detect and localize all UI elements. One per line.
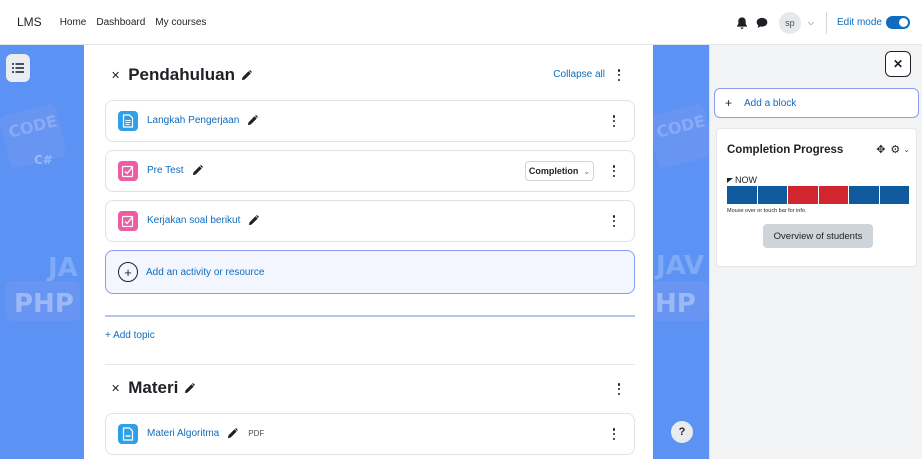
activity-name[interactable]: Pre Test [147, 165, 184, 176]
add-block-label: Add a block [744, 97, 797, 109]
navbar-right: sp ⌵ Edit mode [735, 0, 922, 45]
java-decoration: JA [48, 253, 78, 283]
pdf-file-icon [118, 424, 138, 444]
pencil-icon[interactable] [248, 215, 260, 226]
chevron-down-icon[interactable]: ✕ [111, 69, 120, 82]
file-type-tag: PDF [248, 429, 265, 438]
user-avatar[interactable]: sp [778, 11, 801, 34]
list-icon [12, 63, 24, 73]
section-menu-icon[interactable] [615, 383, 623, 395]
bell-icon[interactable] [735, 16, 749, 30]
activity-link[interactable]: Langkah Pengerjaan [147, 115, 259, 126]
section-divider [105, 315, 635, 317]
activity-item[interactable]: Langkah Pengerjaan [105, 100, 635, 142]
activity-item[interactable]: Materi Algoritma PDF [105, 413, 635, 455]
activity-link[interactable]: Pre Test [147, 165, 203, 176]
section-separator [105, 364, 635, 365]
collapse-all-link[interactable]: Collapse all [553, 69, 605, 80]
progress-segment[interactable] [727, 186, 758, 204]
section-header-materi: ✕ Materi [111, 378, 196, 398]
java-decoration-right: JAV [656, 251, 705, 281]
pencil-icon[interactable] [192, 165, 203, 176]
progress-segment[interactable] [818, 186, 849, 204]
pencil-icon[interactable] [227, 428, 239, 439]
activity-item[interactable]: Kerjakan soal berikut [105, 200, 635, 242]
nav-home[interactable]: Home [60, 17, 87, 28]
chevron-down-icon[interactable]: ⌄ [903, 145, 910, 154]
quiz-icon [118, 161, 138, 181]
block-title: Completion Progress [727, 144, 844, 156]
chevron-down-icon[interactable]: ✕ [111, 382, 120, 395]
course-index-toggle[interactable] [6, 54, 30, 82]
section-title[interactable]: Pendahuluan [128, 65, 235, 85]
nav-dashboard[interactable]: Dashboard [96, 17, 145, 28]
progress-bar[interactable] [727, 186, 909, 204]
block-controls: ✥ ⚙ ⌄ [876, 143, 910, 156]
add-block-button[interactable]: + Add a block [714, 88, 919, 118]
navbar-divider [825, 11, 827, 34]
flag-icon [727, 177, 733, 183]
csharp-decoration: C# [34, 153, 53, 167]
pencil-icon[interactable] [241, 69, 252, 81]
gear-icon[interactable]: ⚙ [890, 143, 900, 156]
activity-name[interactable]: Materi Algoritma [147, 428, 219, 439]
block-drawer: ✕ + Add a block Completion Progress ✥ ⚙ … [709, 45, 922, 459]
nav-my-courses[interactable]: My courses [155, 17, 206, 28]
activity-menu-icon[interactable] [610, 215, 618, 227]
chevron-down-icon: ⌄ [583, 166, 591, 176]
move-icon[interactable]: ✥ [876, 143, 885, 156]
activity-menu-icon[interactable] [610, 115, 618, 127]
activity-item[interactable]: Pre Test Completion ⌄ [105, 150, 635, 192]
site-brand[interactable]: LMS [17, 15, 42, 29]
section-title[interactable]: Materi [128, 378, 178, 398]
course-content: ✕ Pendahuluan Collapse all Langkah Penge… [84, 45, 653, 459]
progress-segment[interactable] [757, 186, 788, 204]
close-icon: ✕ [892, 57, 904, 71]
quiz-icon [118, 211, 138, 231]
activity-menu-icon[interactable] [610, 428, 618, 440]
add-activity-button[interactable]: + Add an activity or resource [105, 250, 635, 294]
pencil-icon[interactable] [247, 115, 259, 126]
progress-segment[interactable] [788, 186, 819, 204]
progress-hint: Mouse over or touch bar for info. [727, 208, 807, 214]
php-decoration-right: HP [655, 289, 696, 319]
chevron-down-icon[interactable]: ⌵ [808, 18, 814, 28]
add-activity-label: Add an activity or resource [146, 266, 265, 278]
chat-icon[interactable] [755, 16, 769, 30]
overview-students-button[interactable]: Overview of students [763, 224, 873, 248]
section-menu-icon[interactable] [615, 69, 623, 81]
php-decoration: PHP [14, 289, 74, 319]
edit-mode-toggle[interactable] [886, 16, 910, 29]
edit-mode-label[interactable]: Edit mode [837, 17, 882, 28]
add-topic-link[interactable]: + Add topic [105, 330, 155, 341]
progress-segment[interactable] [849, 186, 880, 204]
pencil-icon[interactable] [184, 382, 196, 394]
completion-progress-block: Completion Progress ✥ ⚙ ⌄ NOW Mouse over… [716, 128, 917, 267]
completion-dropdown[interactable]: Completion ⌄ [525, 161, 594, 181]
plus-circle-icon: + [118, 262, 138, 282]
activity-name[interactable]: Kerjakan soal berikut [147, 215, 240, 226]
activity-link[interactable]: Materi Algoritma PDF [147, 428, 264, 439]
activity-link[interactable]: Kerjakan soal berikut [147, 215, 260, 226]
top-navbar: LMS Home Dashboard My courses sp ⌵ Edit … [0, 0, 922, 45]
close-drawer-button[interactable]: ✕ [885, 51, 911, 77]
activity-name[interactable]: Langkah Pengerjaan [147, 115, 239, 126]
now-marker: NOW [727, 175, 757, 185]
activity-menu-icon[interactable] [610, 165, 618, 177]
now-label: NOW [735, 175, 757, 185]
progress-segment[interactable] [879, 186, 909, 204]
completion-label: Completion [528, 166, 579, 176]
section-header-pendahuluan: ✕ Pendahuluan [111, 65, 252, 85]
plus-icon: + [725, 96, 733, 110]
help-button[interactable]: ? [671, 421, 693, 443]
page-icon [118, 111, 138, 131]
